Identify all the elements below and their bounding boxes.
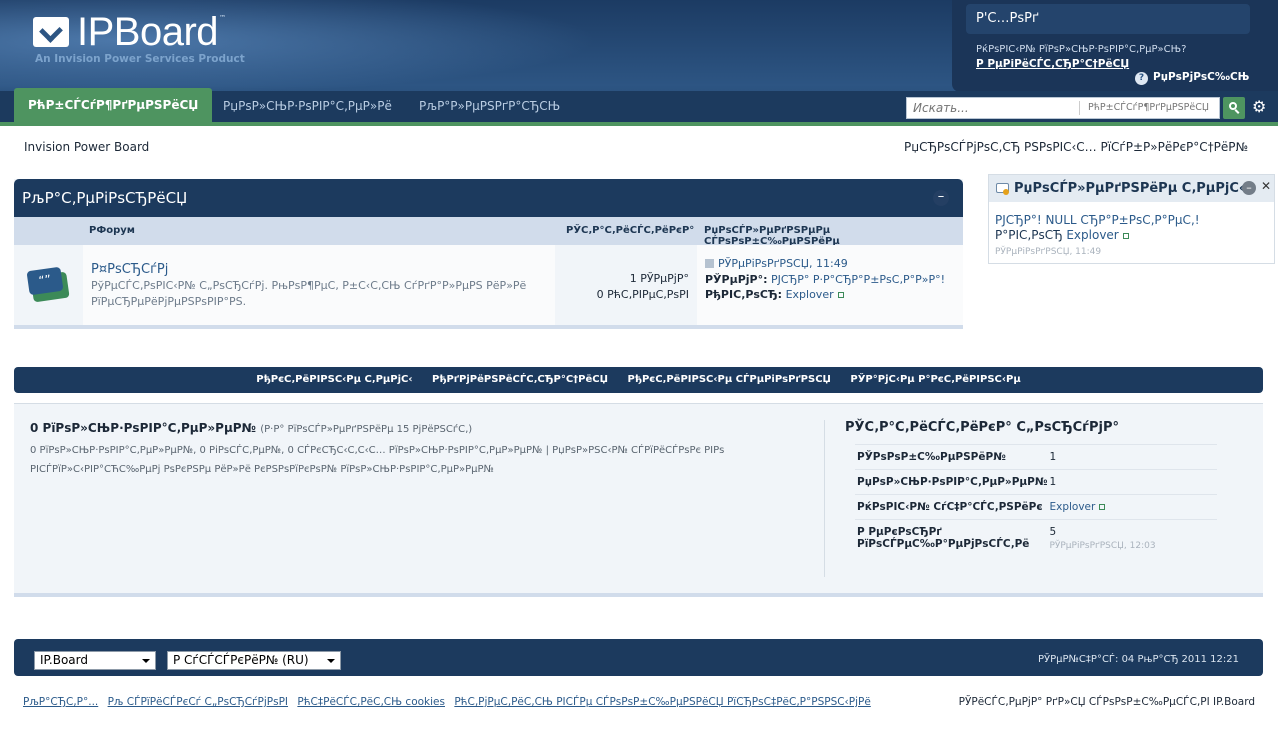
widget-title: РџРѕСЃР»РµРґРЅРёРµ С‚РµРјС‹ <box>1014 181 1245 196</box>
forum-stats-table: РЎРѕРѕР±С‰РµРЅРёР№ 1 РџРѕР»СЊР·РѕРІР°С‚Рµ… <box>855 444 1217 557</box>
category-bottom-border <box>14 325 963 329</box>
last-post-info: РЎРµРіРѕРґРЅСЏ, 11:49 РЎРµРјР°: РЈСЂР° Р… <box>705 256 945 303</box>
recent-topics-widget: РџРѕСЃР»РµРґРЅРёРµ С‚РµРјС‹ – ✕ РЈСЂР°! … <box>988 174 1275 264</box>
category-title[interactable]: РљР°С‚РµРіРѕСЂРёСЏ <box>14 179 963 217</box>
minimize-icon[interactable]: – <box>1242 181 1256 195</box>
footer-links: РљР°СЂС‚Р°... Рљ СЃРїРёСЃРєСѓ С„РѕСЂСѓРј… <box>23 696 877 708</box>
tab-forums[interactable]: РћР±СЃСѓР¶РґРµРЅРёСЏ <box>14 88 213 122</box>
last-author-label: РђРІС‚РѕСЂ: <box>705 288 783 301</box>
last-post-date[interactable]: РЎРµРіРѕРґРЅСЏ, 11:49 <box>718 257 848 270</box>
stat-label: РќРѕРІС‹Р№ СѓС‡Р°СЃС‚РЅРёРє <box>855 494 1048 520</box>
administration-link[interactable]: РђРґРјРёРЅРёСЃС‚СЂР°С†РёСЏ <box>432 374 608 385</box>
logo-mark-icon <box>33 17 69 47</box>
stat-value: 5 <box>1049 526 1057 538</box>
forum-stats-title: РЎС‚Р°С‚РёСЃС‚РёРєР° С„РѕСЂСѓРјР° <box>845 420 1119 435</box>
active-topics-link[interactable]: РђРєС‚РёРІРЅС‹Рµ С‚РµРјС‹ <box>256 374 412 385</box>
most-active-link[interactable]: РЎР°РјС‹Рµ Р°РєС‚РёРІРЅС‹Рµ <box>850 374 1020 385</box>
logo-tagline: An Invision Power Services Product <box>35 53 245 65</box>
help-label: РџРѕРјРѕС‰СЊ <box>1153 71 1250 83</box>
online-users-title: 0 РїРѕР»СЊР·РѕРІР°С‚РµР»РµР№ (Р·Р° РїРѕС… <box>30 421 472 435</box>
online-details: 0 РїРѕР»СЊР·РѕРІР°С‚РµР»РµР№, 0 РіРѕСЃС‚… <box>30 441 750 479</box>
search-input[interactable] <box>907 98 1077 118</box>
stat-row: РЎРѕРѕР±С‰РµРЅРёР№ 1 <box>855 444 1217 470</box>
external-link-icon <box>1099 504 1106 510</box>
current-time: РЎРµР№С‡Р°СЃ: 04 РњР°СЂ 2011 12:21 <box>1037 654 1239 665</box>
online-details-line1: 0 РїРѕР»СЊР·РѕРІР°С‚РµР»РµР№, 0 РіРѕСЃС‚… <box>30 445 725 456</box>
stat-record-date: РЎРµРіРѕРґРЅСЏ, 12:03 <box>1049 541 1156 551</box>
breadcrumb-home[interactable]: Invision Power Board <box>24 140 149 154</box>
collapse-icon[interactable]: – <box>933 190 949 206</box>
goto-last-post-icon[interactable] <box>705 259 714 268</box>
recent-topics-icon <box>996 183 1009 195</box>
language-select[interactable]: Р СѓСЃСЃРєРёР№ (RU) <box>167 651 341 670</box>
board-stats: 0 РїРѕР»СЊР·РѕРІР°С‚РµР»РµР№ (Р·Р° РїРѕС… <box>14 403 1263 597</box>
col-stats: РЎС‚Р°С‚РёСЃС‚РёРєР° <box>566 225 695 236</box>
logo-word: IPBoard <box>77 10 219 54</box>
forum-description: РўРµСЃС‚РѕРІС‹Р№ С„РѕСЂСѓРј. РњРѕР¶РµС‚ … <box>91 279 527 308</box>
sign-in-button[interactable]: Р'С…РѕРґ <box>966 4 1250 34</box>
site-logo[interactable]: IPBoard ™ An Invision Power Services Pro… <box>33 10 245 68</box>
stat-label: РЎРѕРѕР±С‰РµРЅРёР№ <box>855 444 1048 470</box>
col-last-post: РџРѕСЃР»РµРґРЅРµРµ СЃРѕРѕР±С‰РµРЅРёРµ <box>704 225 840 247</box>
online-details-line2: РІСЃРїР»С‹РІР°СЋС‰РµРј РѕРєРЅРµ РёР»Рё Р… <box>30 464 494 475</box>
last-topic-label: РЎРµРјР°: <box>705 272 768 286</box>
user-panel: Р'С…РѕРґ РќРѕРІС‹Р№ РїРѕР»СЊР·РѕРІР°С‚Рµ… <box>952 0 1278 92</box>
footer-link-forum-list[interactable]: Рљ СЃРїРёСЃРєСѓ С„РѕСЂСѓРјРѕРІ <box>108 696 288 708</box>
forum-row: “” Р¤РѕСЂСѓРј РўРµСЃС‚РѕРІС‹Р№ С„РѕСЂСѓР… <box>14 245 963 325</box>
help-icon: ? <box>1135 72 1148 85</box>
stat-value: 1 <box>1047 469 1217 495</box>
active-today-link[interactable]: РђРєС‚РёРІРЅС‹Рµ СЃРµРіРѕРґРЅСЏ <box>627 374 830 385</box>
skin-select[interactable]: IP.Board <box>34 651 156 670</box>
help-link[interactable]: ? РџРѕРјРѕС‰СЊ <box>1135 71 1250 85</box>
stat-row: РќРѕРІС‹Р№ СѓС‡Р°СЃС‚РЅРёРє Explover <box>855 494 1217 520</box>
search-box: РћР±СЃСѓР¶РґРµРЅРёСЏ <box>906 97 1220 119</box>
footer-link-map[interactable]: РљР°СЂС‚Р°... <box>23 696 98 708</box>
new-posts-link[interactable]: РџСЂРѕСЃРјРѕС‚СЂ РЅРѕРІС‹С… РїСѓР±Р»РёРє… <box>904 140 1248 154</box>
logo-tm: ™ <box>219 14 226 22</box>
forum-stats: 1 РЎРµРјР° 0 РћС‚РІРµС‚РѕРІ <box>555 245 697 325</box>
nav-accent-line <box>0 122 1278 126</box>
forum-title-link[interactable]: Р¤РѕСЂСѓРј <box>91 262 168 277</box>
stat-label: Р РµРєРѕСЂРґ РїРѕСЃРµС‰Р°РµРјРѕСЃС‚Рё <box>855 519 1048 557</box>
stat-value: 1 <box>1047 444 1217 470</box>
stats-divider <box>824 420 825 577</box>
forum-icon-cell: “” <box>14 245 83 325</box>
footer-link-mark-read[interactable]: РћС‚РјРµС‚РёС‚СЊ РІСЃРµ СЃРѕРѕР±С‰РµРЅРё… <box>454 696 870 708</box>
footer-link-clear-cookies[interactable]: РћС‡РёСЃС‚РёС‚СЊ cookies <box>297 696 445 708</box>
footer-bar: IP.Board Р СѓСЃСЃРєРёР№ (RU) РЎРµР№С‡Р°С… <box>14 639 1263 676</box>
col-forum: РФорум <box>89 225 135 236</box>
forum-replies-count: 0 РћС‚РІРµС‚РѕРІ <box>596 288 689 301</box>
category-columns: РФорум РЎС‚Р°С‚РёСЃС‚РёРєР° РџРѕСЃР»РµРґ… <box>14 217 963 247</box>
recent-topic-link[interactable]: РЈСЂР°! NULL СЂР°Р±РѕС‚Р°РµС‚! <box>995 213 1200 227</box>
search-scope-select[interactable]: РћР±СЃСѓР¶РґРµРЅРёСЏ <box>1079 101 1217 115</box>
quick-links-bar: РђРєС‚РёРІРЅС‹Рµ С‚РµРјС‹ РђРґРјРёРЅРёСЃ… <box>14 367 1263 393</box>
tab-calendar[interactable]: РљР°Р»РµРЅРґР°СЂСЊ <box>405 91 574 122</box>
tab-members[interactable]: РџРѕР»СЊР·РѕРІР°С‚РµР»Рё <box>209 91 406 122</box>
new-user-question: РќРѕРІС‹Р№ РїРѕР»СЊР·РѕРІР°С‚РµР»СЊ? <box>976 44 1187 55</box>
register-link[interactable]: Р РµРіРёСЃС‚СЂР°С†РёСЏ <box>976 58 1129 70</box>
last-author-link[interactable]: Explover <box>786 288 834 301</box>
widget-header: РџРѕСЃР»РµРґРЅРёРµ С‚РµРјС‹ <box>989 175 1274 202</box>
stat-row: РџРѕР»СЊР·РѕРІР°С‚РµР»РµР№ 1 <box>855 469 1217 495</box>
external-link-icon <box>837 292 844 298</box>
primary-nav: РћР±СЃСѓР¶РґРµРЅРёСЏ РџРѕР»СЊР·РѕРІР°С‚Р… <box>0 88 1278 122</box>
recent-topic-by: Р°РІС‚РѕСЂ <box>995 228 1063 242</box>
forum-read-icon: “” <box>26 266 70 303</box>
forum-topics-count: 1 РЎРµРјР° <box>629 272 689 285</box>
powered-by[interactable]: РЎРёСЃС‚РµРјР° РґР»СЏ СЃРѕРѕР±С‰РµСЃС‚РІ… <box>959 696 1255 708</box>
recent-topic-item: РЈСЂР°! NULL СЂР°Р±РѕС‚Р°РµС‚! Р°РІС‚РѕС… <box>989 202 1274 260</box>
last-topic-link[interactable]: РЈСЂР° Р·Р°СЂР°Р±РѕС‚Р°Р»Р°! <box>771 273 945 286</box>
stat-label: РџРѕР»СЊР·РѕРІР°С‚РµР»РµР№ <box>855 469 1048 495</box>
newest-member-link[interactable]: Explover <box>1049 501 1095 513</box>
gear-icon[interactable]: ⚙ <box>1252 97 1266 116</box>
category-block: РљР°С‚РµРіРѕСЂРёСЏ – РФорум РЎС‚Р°С‚РёСЃ… <box>14 179 963 329</box>
recent-topic-author[interactable]: Explover <box>1066 228 1118 242</box>
stat-row: Р РµРєРѕСЂРґ РїРѕСЃРµС‰Р°РµРјРѕСЃС‚Рё 5 РЎ… <box>855 519 1217 557</box>
online-count: 0 РїРѕР»СЊР·РѕРІР°С‚РµР»РµР№ <box>30 421 257 435</box>
external-link-icon <box>1122 233 1129 239</box>
recent-topic-time: РЎРµРіРѕРґРЅСЏ, 11:49 <box>995 247 1102 257</box>
close-icon[interactable]: ✕ <box>1261 179 1271 193</box>
online-period: (Р·Р° РїРѕСЃР»РµРґРЅРёРµ 15 РјРёРЅСѓС‚) <box>260 424 473 435</box>
search-button[interactable] <box>1223 97 1245 119</box>
